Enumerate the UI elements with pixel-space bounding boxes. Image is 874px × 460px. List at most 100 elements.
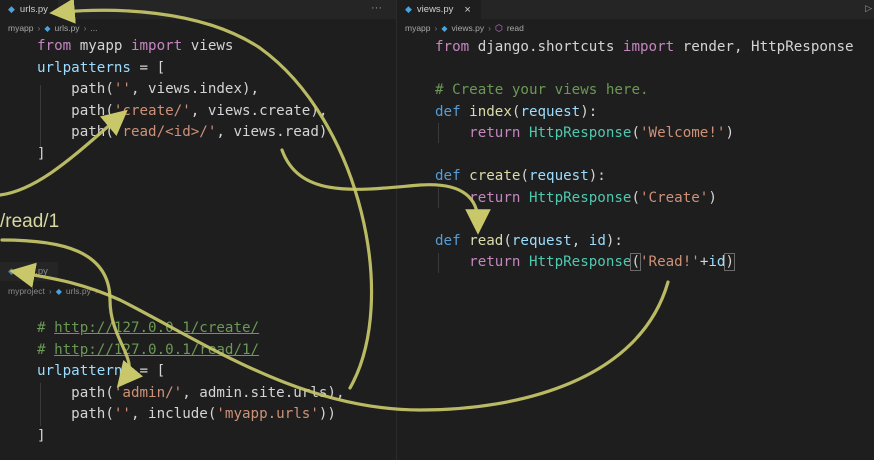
python-file-icon: ◆ (441, 23, 448, 33)
token-param: request (511, 232, 572, 249)
token-keyword: from (435, 39, 470, 55)
token-function: create (469, 168, 521, 184)
chevron-right-icon: › (48, 286, 52, 296)
editor-window: ◆ urls.py ··· myapp › ◆ urls.py › ... fr… (0, 0, 874, 460)
code-line: def index(request): (435, 102, 854, 124)
token-keyword: import (622, 39, 675, 55)
token-module: django.shortcuts (469, 39, 623, 55)
python-file-icon: ◆ (405, 4, 412, 14)
code-line: path('admin/', admin.site.urls), (37, 383, 345, 405)
tab-views-py[interactable]: ◆ views.py × (397, 0, 481, 20)
code-editor[interactable]: from django.shortcuts import render, Htt… (435, 37, 854, 274)
code-line: return HttpResponse('Welcome!') (435, 123, 854, 145)
chevron-right-icon: › (94, 286, 98, 296)
token-comment: # (37, 341, 55, 358)
python-file-icon: ◆ (8, 266, 15, 276)
token-args: , admin.site.urls), (182, 384, 345, 401)
token-punct: , (571, 232, 589, 249)
tab-bar: ◆ views.py × ▷ (397, 0, 874, 20)
breadcrumb: myproject › ◆ urls.py › ... (0, 283, 109, 299)
breadcrumb-folder[interactable]: myproject (8, 286, 45, 296)
code-line: ] (37, 426, 345, 448)
token-punct: ): (588, 168, 606, 184)
tab-label: views.py (416, 4, 454, 15)
token-names: render, HttpResponse (674, 39, 854, 55)
token-keyword: def (435, 168, 461, 184)
editor-group-right: ◆ views.py × ▷ myapp › ◆ views.py › ⬡ re… (397, 0, 874, 460)
tab-bar: ◆ urls.py (0, 262, 396, 281)
editor-group-bottom-left: ◆ urls.py myproject › ◆ urls.py › ... # … (0, 0, 396, 460)
token-comment: # (37, 320, 55, 336)
token-punct: ( (520, 168, 529, 184)
breadcrumb: myapp › ◆ views.py › ⬡ read (397, 20, 524, 36)
token-punct: ] (37, 427, 46, 444)
comment-link[interactable]: http://127.0.0.1/create/ (54, 320, 259, 336)
code-line: return HttpResponse('Create') (435, 188, 854, 210)
chevron-right-icon: › (434, 23, 438, 33)
token-keyword: def (435, 103, 461, 120)
code-line: urlpatterns = [ (37, 361, 345, 383)
token-param: request (520, 103, 581, 120)
code-line: from django.shortcuts import render, Htt… (435, 37, 854, 59)
token-class: HttpResponse (528, 254, 632, 270)
breadcrumb-folder[interactable]: myapp (405, 23, 431, 33)
token-punct: ( (630, 253, 641, 271)
chevron-right-icon: › (488, 23, 491, 33)
code-line: # http://127.0.0.1/create/ (37, 318, 345, 340)
token-string: 'Create' (640, 189, 709, 206)
token-punct: ) (724, 253, 735, 271)
token-punct: ( (631, 125, 641, 141)
code-line: path('', include('myapp.urls')) (37, 404, 345, 426)
run-icon[interactable]: ▷ (865, 3, 872, 14)
python-file-icon: ◆ (55, 286, 62, 296)
token-variable: urlpatterns (37, 363, 131, 379)
comment-link[interactable]: http://127.0.0.1/read/1/ (54, 342, 259, 358)
breadcrumb-symbol[interactable]: read (507, 23, 524, 33)
token-keyword: return (469, 254, 521, 270)
tab-label: urls.py (19, 266, 48, 277)
breadcrumb-symbol[interactable]: ... (102, 286, 109, 296)
token-class: HttpResponse (528, 125, 632, 141)
token-punct: ) (725, 125, 734, 141)
code-line: # http://127.0.0.1/read/1/ (37, 340, 345, 362)
code-line: # Create your views here. (435, 80, 854, 102)
token-param: id (588, 232, 606, 249)
tab-urls-py-myproject[interactable]: ◆ urls.py (0, 262, 58, 281)
code-editor[interactable]: # http://127.0.0.1/create/# http://127.0… (37, 318, 345, 447)
token-call: , include( (130, 406, 217, 422)
token-call: path( (37, 406, 114, 422)
breadcrumb-file[interactable]: urls.py (66, 286, 91, 296)
token-string: 'Read!' (640, 254, 700, 270)
token-comment: # Create your views here. (435, 82, 649, 98)
token-string: 'admin/' (113, 384, 183, 401)
close-icon[interactable]: × (464, 4, 470, 16)
token-function: index (469, 103, 512, 120)
token-punct: )) (318, 406, 336, 422)
token-string: 'Welcome!' (640, 125, 726, 141)
token-keyword: return (469, 189, 521, 206)
code-line: def read(request, id): (435, 231, 854, 253)
token-keyword: def (435, 232, 461, 249)
token-string: 'myapp.urls' (216, 406, 319, 422)
token-punct: = [ (130, 363, 166, 379)
token-punct: ( (503, 232, 512, 249)
token-string: '' (113, 406, 131, 422)
token-function: read (469, 232, 504, 249)
token-punct: ( (631, 189, 641, 206)
function-cube-icon: ⬡ (494, 22, 503, 33)
token-keyword: return (469, 125, 521, 141)
token-call: path( (37, 384, 114, 401)
token-class: HttpResponse (528, 189, 632, 206)
breadcrumb-file[interactable]: views.py (452, 23, 485, 33)
token-param: id (708, 254, 726, 270)
